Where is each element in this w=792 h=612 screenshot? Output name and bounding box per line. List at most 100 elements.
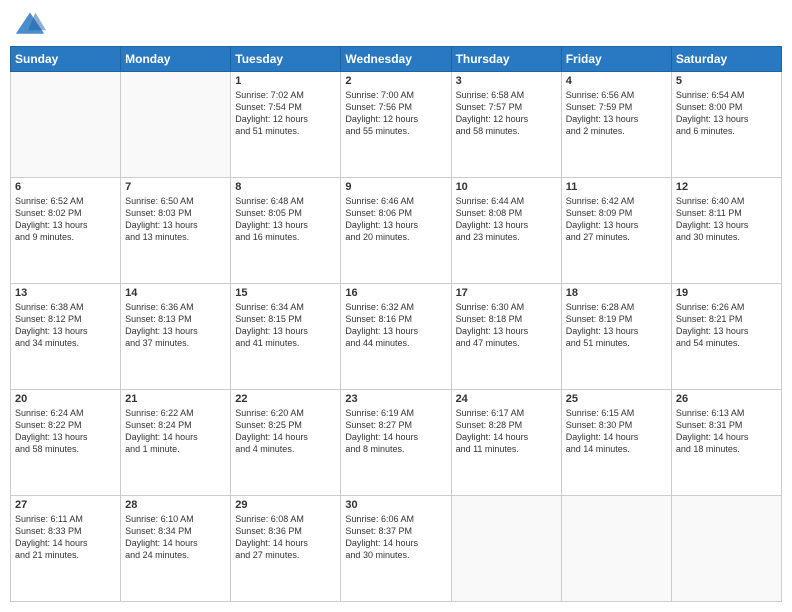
cell-daylight-info: Sunrise: 6:40 AM Sunset: 8:11 PM Dayligh… (676, 195, 777, 244)
day-number: 16 (345, 287, 446, 299)
calendar-cell: 8 Sunrise: 6:48 AM Sunset: 8:05 PM Daylig… (231, 178, 341, 284)
cell-daylight-info: Sunrise: 6:56 AM Sunset: 7:59 PM Dayligh… (566, 89, 667, 138)
cell-daylight-info: Sunrise: 6:26 AM Sunset: 8:21 PM Dayligh… (676, 301, 777, 350)
calendar-cell: 13 Sunrise: 6:38 AM Sunset: 8:12 PM Dayli… (11, 284, 121, 390)
calendar-week-row: 13 Sunrise: 6:38 AM Sunset: 8:12 PM Dayli… (11, 284, 782, 390)
day-number: 30 (345, 499, 446, 511)
weekday-header: Thursday (451, 47, 561, 72)
weekday-header: Sunday (11, 47, 121, 72)
calendar-cell: 9 Sunrise: 6:46 AM Sunset: 8:06 PM Daylig… (341, 178, 451, 284)
cell-daylight-info: Sunrise: 6:11 AM Sunset: 8:33 PM Dayligh… (15, 513, 116, 562)
day-number: 4 (566, 75, 667, 87)
day-number: 6 (15, 181, 116, 193)
cell-daylight-info: Sunrise: 6:28 AM Sunset: 8:19 PM Dayligh… (566, 301, 667, 350)
cell-daylight-info: Sunrise: 6:13 AM Sunset: 8:31 PM Dayligh… (676, 407, 777, 456)
calendar-cell: 20 Sunrise: 6:24 AM Sunset: 8:22 PM Dayli… (11, 390, 121, 496)
day-number: 12 (676, 181, 777, 193)
cell-daylight-info: Sunrise: 6:08 AM Sunset: 8:36 PM Dayligh… (235, 513, 336, 562)
cell-daylight-info: Sunrise: 6:24 AM Sunset: 8:22 PM Dayligh… (15, 407, 116, 456)
calendar-cell: 5 Sunrise: 6:54 AM Sunset: 8:00 PM Daylig… (671, 72, 781, 178)
cell-daylight-info: Sunrise: 7:00 AM Sunset: 7:56 PM Dayligh… (345, 89, 446, 138)
cell-daylight-info: Sunrise: 6:22 AM Sunset: 8:24 PM Dayligh… (125, 407, 226, 456)
calendar-cell: 7 Sunrise: 6:50 AM Sunset: 8:03 PM Daylig… (121, 178, 231, 284)
day-number: 8 (235, 181, 336, 193)
day-number: 9 (345, 181, 446, 193)
calendar: SundayMondayTuesdayWednesdayThursdayFrid… (10, 46, 782, 602)
calendar-cell: 17Sunrise: 6:30 AM Sunset: 8:18 PM Dayli… (451, 284, 561, 390)
calendar-cell (11, 72, 121, 178)
day-number: 18 (566, 287, 667, 299)
calendar-cell: 12 Sunrise: 6:40 AM Sunset: 8:11 PM Dayli… (671, 178, 781, 284)
day-number: 15 (235, 287, 336, 299)
cell-daylight-info: Sunrise: 6:46 AM Sunset: 8:06 PM Dayligh… (345, 195, 446, 244)
day-number: 27 (15, 499, 116, 511)
day-number: 10 (456, 181, 557, 193)
day-number: 1 (235, 75, 336, 87)
calendar-cell: 24 Sunrise: 6:17 AM Sunset: 8:28 PM Dayli… (451, 390, 561, 496)
calendar-cell: 26Sunrise: 6:13 AM Sunset: 8:31 PM Dayli… (671, 390, 781, 496)
calendar-cell: 22 Sunrise: 6:20 AM Sunset: 8:25 PM Dayli… (231, 390, 341, 496)
day-number: 29 (235, 499, 336, 511)
day-number: 24 (456, 393, 557, 405)
weekday-header: Wednesday (341, 47, 451, 72)
cell-daylight-info: Sunrise: 6:19 AM Sunset: 8:27 PM Dayligh… (345, 407, 446, 456)
logo-icon (14, 10, 46, 38)
cell-daylight-info: Sunrise: 6:17 AM Sunset: 8:28 PM Dayligh… (456, 407, 557, 456)
weekday-header: Tuesday (231, 47, 341, 72)
calendar-cell: 11 Sunrise: 6:42 AM Sunset: 8:09 PM Dayli… (561, 178, 671, 284)
day-number: 22 (235, 393, 336, 405)
day-number: 14 (125, 287, 226, 299)
cell-daylight-info: Sunrise: 6:36 AM Sunset: 8:13 PM Dayligh… (125, 301, 226, 350)
day-number: 20 (15, 393, 116, 405)
weekday-header: Monday (121, 47, 231, 72)
calendar-cell (671, 496, 781, 602)
cell-daylight-info: Sunrise: 6:06 AM Sunset: 8:37 PM Dayligh… (345, 513, 446, 562)
calendar-cell: 18 Sunrise: 6:28 AM Sunset: 8:19 PM Dayli… (561, 284, 671, 390)
cell-daylight-info: Sunrise: 6:58 AM Sunset: 7:57 PM Dayligh… (456, 89, 557, 138)
day-number: 13 (15, 287, 116, 299)
cell-daylight-info: Sunrise: 6:34 AM Sunset: 8:15 PM Dayligh… (235, 301, 336, 350)
cell-daylight-info: Sunrise: 6:15 AM Sunset: 8:30 PM Dayligh… (566, 407, 667, 456)
calendar-week-row: 20 Sunrise: 6:24 AM Sunset: 8:22 PM Dayli… (11, 390, 782, 496)
calendar-cell: 1 Sunrise: 7:02 AM Sunset: 7:54 PM Daylig… (231, 72, 341, 178)
day-number: 11 (566, 181, 667, 193)
calendar-cell: 25Sunrise: 6:15 AM Sunset: 8:30 PM Dayli… (561, 390, 671, 496)
calendar-cell: 23 Sunrise: 6:19 AM Sunset: 8:27 PM Dayli… (341, 390, 451, 496)
calendar-week-row: 6Sunrise: 6:52 AM Sunset: 8:02 PM Daylig… (11, 178, 782, 284)
calendar-cell: 3Sunrise: 6:58 AM Sunset: 7:57 PM Daylig… (451, 72, 561, 178)
calendar-cell (561, 496, 671, 602)
calendar-cell: 2 Sunrise: 7:00 AM Sunset: 7:56 PM Daylig… (341, 72, 451, 178)
cell-daylight-info: Sunrise: 7:02 AM Sunset: 7:54 PM Dayligh… (235, 89, 336, 138)
day-number: 7 (125, 181, 226, 193)
day-number: 21 (125, 393, 226, 405)
cell-daylight-info: Sunrise: 6:38 AM Sunset: 8:12 PM Dayligh… (15, 301, 116, 350)
calendar-cell: 4 Sunrise: 6:56 AM Sunset: 7:59 PM Daylig… (561, 72, 671, 178)
calendar-cell: 16Sunrise: 6:32 AM Sunset: 8:16 PM Dayli… (341, 284, 451, 390)
calendar-week-row: 27 Sunrise: 6:11 AM Sunset: 8:33 PM Dayli… (11, 496, 782, 602)
calendar-body: 1 Sunrise: 7:02 AM Sunset: 7:54 PM Daylig… (11, 72, 782, 602)
day-number: 5 (676, 75, 777, 87)
calendar-cell (121, 72, 231, 178)
calendar-cell: 21 Sunrise: 6:22 AM Sunset: 8:24 PM Dayli… (121, 390, 231, 496)
cell-daylight-info: Sunrise: 6:30 AM Sunset: 8:18 PM Dayligh… (456, 301, 557, 350)
calendar-cell: 19 Sunrise: 6:26 AM Sunset: 8:21 PM Dayli… (671, 284, 781, 390)
weekday-header: Friday (561, 47, 671, 72)
calendar-cell: 10Sunrise: 6:44 AM Sunset: 8:08 PM Dayli… (451, 178, 561, 284)
logo (14, 10, 50, 38)
cell-daylight-info: Sunrise: 6:54 AM Sunset: 8:00 PM Dayligh… (676, 89, 777, 138)
cell-daylight-info: Sunrise: 6:10 AM Sunset: 8:34 PM Dayligh… (125, 513, 226, 562)
cell-daylight-info: Sunrise: 6:42 AM Sunset: 8:09 PM Dayligh… (566, 195, 667, 244)
calendar-cell: 27 Sunrise: 6:11 AM Sunset: 8:33 PM Dayli… (11, 496, 121, 602)
cell-daylight-info: Sunrise: 6:48 AM Sunset: 8:05 PM Dayligh… (235, 195, 336, 244)
calendar-week-row: 1 Sunrise: 7:02 AM Sunset: 7:54 PM Daylig… (11, 72, 782, 178)
day-number: 28 (125, 499, 226, 511)
day-number: 2 (345, 75, 446, 87)
calendar-cell: 30 Sunrise: 6:06 AM Sunset: 8:37 PM Dayli… (341, 496, 451, 602)
cell-daylight-info: Sunrise: 6:20 AM Sunset: 8:25 PM Dayligh… (235, 407, 336, 456)
calendar-cell: 15 Sunrise: 6:34 AM Sunset: 8:15 PM Dayli… (231, 284, 341, 390)
day-number: 23 (345, 393, 446, 405)
cell-daylight-info: Sunrise: 6:50 AM Sunset: 8:03 PM Dayligh… (125, 195, 226, 244)
header (10, 10, 782, 38)
day-number: 19 (676, 287, 777, 299)
weekday-header: Saturday (671, 47, 781, 72)
